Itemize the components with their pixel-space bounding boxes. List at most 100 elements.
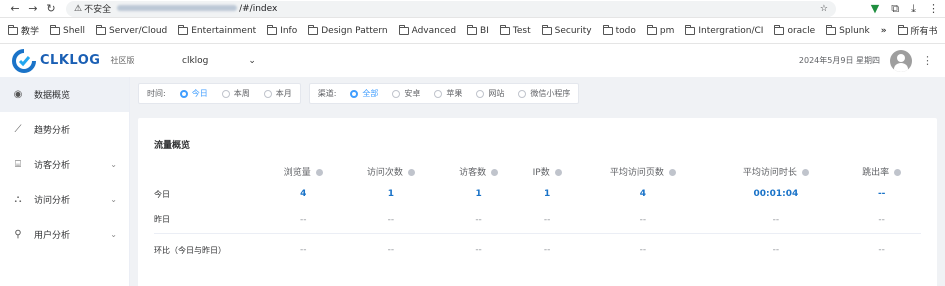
cell-value: -- — [639, 214, 647, 225]
menu-icon[interactable]: ⋮ — [928, 2, 939, 15]
bookmark-item[interactable]: todo — [602, 24, 636, 36]
logo[interactable]: CLKLOG 社区版 — [12, 48, 182, 73]
table-row: 今日 4 1 1 1 4 00:01:04 -- — [154, 181, 921, 207]
edition-label: 社区版 — [110, 56, 135, 65]
cell-value: -- — [517, 232, 577, 267]
column-header: 平均访问时长 — [709, 161, 842, 181]
chevron-down-icon: ⌄ — [110, 195, 117, 204]
more-icon[interactable]: ⋮ — [922, 54, 933, 67]
row-label: 今日 — [154, 189, 170, 199]
address-bar[interactable]: ⚠ 不安全 /#/index ☆ — [66, 0, 836, 17]
cell-value: -- — [772, 214, 780, 225]
radio-today[interactable]: 今日 — [179, 88, 208, 99]
radio-label: 本月 — [275, 89, 292, 98]
bookmark-label: Test — [512, 25, 531, 36]
help-icon[interactable] — [315, 168, 323, 176]
cell-value: 4 — [300, 189, 307, 199]
bookmark-item[interactable]: Design Pattern — [308, 24, 388, 36]
logo-text: CLKLOG — [40, 53, 101, 68]
table-row: 昨日 -- -- -- -- -- -- -- — [154, 207, 921, 233]
help-icon[interactable] — [554, 168, 562, 176]
redacted-host — [117, 5, 238, 11]
folder-icon — [897, 24, 908, 35]
bookmarks-more-button[interactable]: » — [881, 26, 887, 36]
radio-wechat-miniprogram[interactable]: 微信小程序 — [518, 88, 570, 99]
sidebar-item-visitor[interactable]: ⌸ 访客分析 ⌄ — [0, 147, 129, 182]
chevron-down-icon: ⌄ — [110, 230, 117, 239]
bookmark-item[interactable]: 教学 — [8, 24, 39, 37]
sidebar-item-label: 访客分析 — [34, 161, 71, 171]
all-bookmarks-button[interactable]: 所有书 — [897, 24, 938, 37]
bookmark-item[interactable]: pm — [646, 24, 674, 36]
cell-value: -- — [475, 214, 482, 225]
radio-this-week[interactable]: 本周 — [221, 88, 250, 99]
bookmark-label: oracle — [787, 25, 816, 36]
visitor-icon: ⌸ — [15, 159, 21, 170]
radio-android[interactable]: 安卓 — [392, 88, 420, 99]
bookmark-item[interactable]: Info — [267, 24, 297, 36]
sidebar-item-access[interactable]: ⛬ 访问分析 ⌄ — [0, 182, 129, 217]
column-label: 访客数 — [459, 167, 487, 178]
avatar[interactable] — [890, 49, 912, 72]
column-label: 浏览量 — [283, 167, 311, 178]
help-icon[interactable] — [668, 168, 676, 176]
extension-icon[interactable]: ▼ — [871, 2, 879, 15]
radio-dot — [263, 89, 272, 98]
radio-label: 安卓 — [404, 89, 421, 98]
insecure-indicator[interactable]: ⚠ 不安全 — [74, 2, 111, 16]
sidebar-item-user[interactable]: ⚲ 用户分析 ⌄ — [0, 217, 129, 252]
star-icon[interactable]: ☆ — [820, 4, 828, 14]
bookmark-item[interactable]: Server/Cloud — [95, 24, 167, 36]
cell-value: -- — [300, 214, 307, 225]
bookmark-item[interactable]: Intergration/CI — [685, 24, 763, 36]
cell-value: -- — [439, 232, 518, 267]
bookmark-item[interactable]: Security — [541, 24, 592, 36]
reload-icon[interactable]: ↻ — [42, 2, 60, 15]
radio-label: 网站 — [488, 89, 505, 98]
radio-this-month[interactable]: 本月 — [263, 88, 292, 99]
sidebar: ◉ 数据概览 ⟋ 趋势分析 ⌸ 访客分析 ⌄ ⛬ 访问分析 ⌄ ⚲ 用户分析 ⌄ — [0, 77, 130, 286]
column-header: IP数 — [518, 161, 577, 181]
project-select[interactable]: clklog ⌄ — [182, 56, 256, 66]
channel-filter: 渠道: 全部 安卓 苹果 网站 微信小程序 — [308, 83, 580, 104]
radio-label: 本周 — [233, 89, 250, 98]
sidebar-item-label: 用户分析 — [34, 231, 71, 241]
bookmark-item[interactable]: oracle — [774, 24, 816, 36]
folder-icon — [541, 24, 552, 35]
row-label: 昨日 — [154, 215, 170, 225]
bookmark-item[interactable]: Splunk — [826, 24, 870, 36]
bookmark-item[interactable]: Shell — [50, 24, 85, 36]
radio-apple[interactable]: 苹果 — [434, 88, 462, 99]
forward-icon[interactable]: → — [24, 2, 42, 15]
sidebar-item-trend[interactable]: ⟋ 趋势分析 — [0, 112, 129, 147]
row-label: 环比（今日与昨日） — [154, 232, 264, 267]
help-icon[interactable] — [407, 168, 415, 176]
cell-value: 4 — [639, 189, 647, 199]
download-icon[interactable]: ⤓ — [911, 2, 916, 16]
bookmark-item[interactable]: Advanced — [398, 24, 456, 36]
bookmark-label: todo — [615, 25, 636, 36]
card-title: 流量概览 — [154, 141, 191, 151]
puzzle-icon[interactable]: ⧉ — [891, 2, 899, 16]
back-icon[interactable]: ← — [6, 2, 24, 15]
sidebar-item-overview[interactable]: ◉ 数据概览 — [0, 77, 129, 112]
help-icon[interactable] — [894, 168, 902, 176]
bookmark-item[interactable]: Test — [499, 24, 531, 36]
bookmark-item[interactable]: Entertainment — [178, 24, 256, 36]
radio-all[interactable]: 全部 — [350, 88, 378, 99]
help-icon[interactable] — [491, 168, 499, 176]
column-header: 访客数 — [439, 161, 518, 181]
dashboard-icon: ◉ — [13, 89, 23, 100]
folder-icon — [8, 24, 18, 35]
cell-value: -- — [878, 214, 885, 225]
cell-value: 1 — [475, 189, 482, 199]
help-icon[interactable] — [801, 168, 809, 176]
radio-website[interactable]: 网站 — [476, 88, 504, 99]
browser-toolbar: ← → ↻ ⚠ 不安全 /#/index ☆ ▼ ⧉ ⤓ ⋮ — [0, 0, 945, 18]
bookmark-item[interactable]: BI — [467, 24, 489, 36]
cell-value: -- — [543, 214, 551, 225]
traffic-overview-card: 流量概览 浏览量 访问次数 访客数 IP数 平均访问页数 平均访问时长 跳出率 — [138, 118, 937, 286]
bookmark-label: BI — [480, 25, 489, 36]
folder-icon — [602, 24, 613, 35]
folder-icon — [398, 24, 409, 35]
